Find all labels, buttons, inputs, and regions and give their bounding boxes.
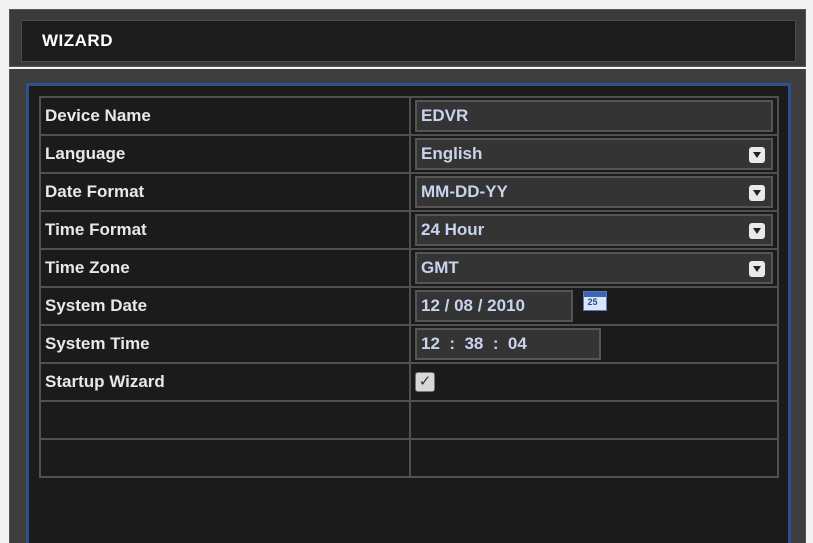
device-name-label: Device Name (39, 96, 411, 136)
time-zone-label: Time Zone (39, 248, 411, 288)
row-startup-wizard: Startup Wizard ✓ (39, 362, 779, 402)
date-format-select[interactable]: MM-DD-YY (415, 176, 773, 208)
title-bar: WIZARD (9, 9, 806, 67)
time-format-label: Time Format (39, 210, 411, 250)
row-language: Language English (39, 134, 779, 174)
settings-frame: Device Name EDVR Language English Date F… (26, 83, 791, 543)
startup-wizard-checkbox[interactable]: ✓ (415, 372, 435, 392)
time-format-select[interactable]: 24 Hour (415, 214, 773, 246)
device-name-cell: EDVR (409, 96, 779, 136)
system-date-value: 12 / 08 / 2010 (421, 296, 525, 315)
system-time-input[interactable]: 12 : 38 : 04 (415, 328, 601, 360)
date-format-label: Date Format (39, 172, 411, 212)
row-system-time: System Time 12 : 38 : 04 (39, 324, 779, 364)
row-system-date: System Date 12 / 08 / 2010 25 (39, 286, 779, 326)
settings-table: Device Name EDVR Language English Date F… (39, 96, 779, 478)
row-time-format: Time Format 24 Hour (39, 210, 779, 250)
row-date-format: Date Format MM-DD-YY (39, 172, 779, 212)
system-time-value: 12 : 38 : 04 (421, 334, 527, 353)
startup-wizard-cell: ✓ (409, 362, 779, 402)
system-time-cell: 12 : 38 : 04 (409, 324, 779, 364)
device-name-input[interactable]: EDVR (415, 100, 773, 132)
calendar-icon-text: 25 (587, 297, 598, 307)
system-date-label: System Date (39, 286, 411, 326)
chevron-down-icon[interactable] (749, 147, 765, 163)
language-label: Language (39, 134, 411, 174)
chevron-down-icon[interactable] (749, 223, 765, 239)
row-empty (39, 400, 779, 440)
row-time-zone: Time Zone GMT (39, 248, 779, 288)
time-zone-value: GMT (421, 258, 459, 277)
system-date-cell: 12 / 08 / 2010 25 (409, 286, 779, 326)
language-select[interactable]: English (415, 138, 773, 170)
time-zone-cell: GMT (409, 248, 779, 288)
time-format-cell: 24 Hour (409, 210, 779, 250)
chevron-down-icon[interactable] (749, 261, 765, 277)
time-format-value: 24 Hour (421, 220, 485, 239)
window-title: WIZARD (42, 31, 113, 50)
main-panel: Device Name EDVR Language English Date F… (9, 69, 806, 543)
empty-value-cell (409, 400, 779, 440)
date-format-cell: MM-DD-YY (409, 172, 779, 212)
system-time-label: System Time (39, 324, 411, 364)
calendar-icon[interactable]: 25 (583, 291, 608, 311)
startup-wizard-label: Startup Wizard (39, 362, 411, 402)
row-device-name: Device Name EDVR (39, 96, 779, 136)
date-format-value: MM-DD-YY (421, 182, 508, 201)
empty-value-cell (409, 438, 779, 478)
language-cell: English (409, 134, 779, 174)
system-date-input[interactable]: 12 / 08 / 2010 (415, 290, 573, 322)
row-empty (39, 438, 779, 478)
checkmark-icon: ✓ (418, 373, 432, 390)
empty-label-cell (39, 438, 411, 478)
empty-label-cell (39, 400, 411, 440)
time-zone-select[interactable]: GMT (415, 252, 773, 284)
language-value: English (421, 144, 483, 163)
device-name-value: EDVR (421, 106, 469, 125)
chevron-down-icon[interactable] (749, 185, 765, 201)
title-panel: WIZARD (21, 20, 796, 62)
